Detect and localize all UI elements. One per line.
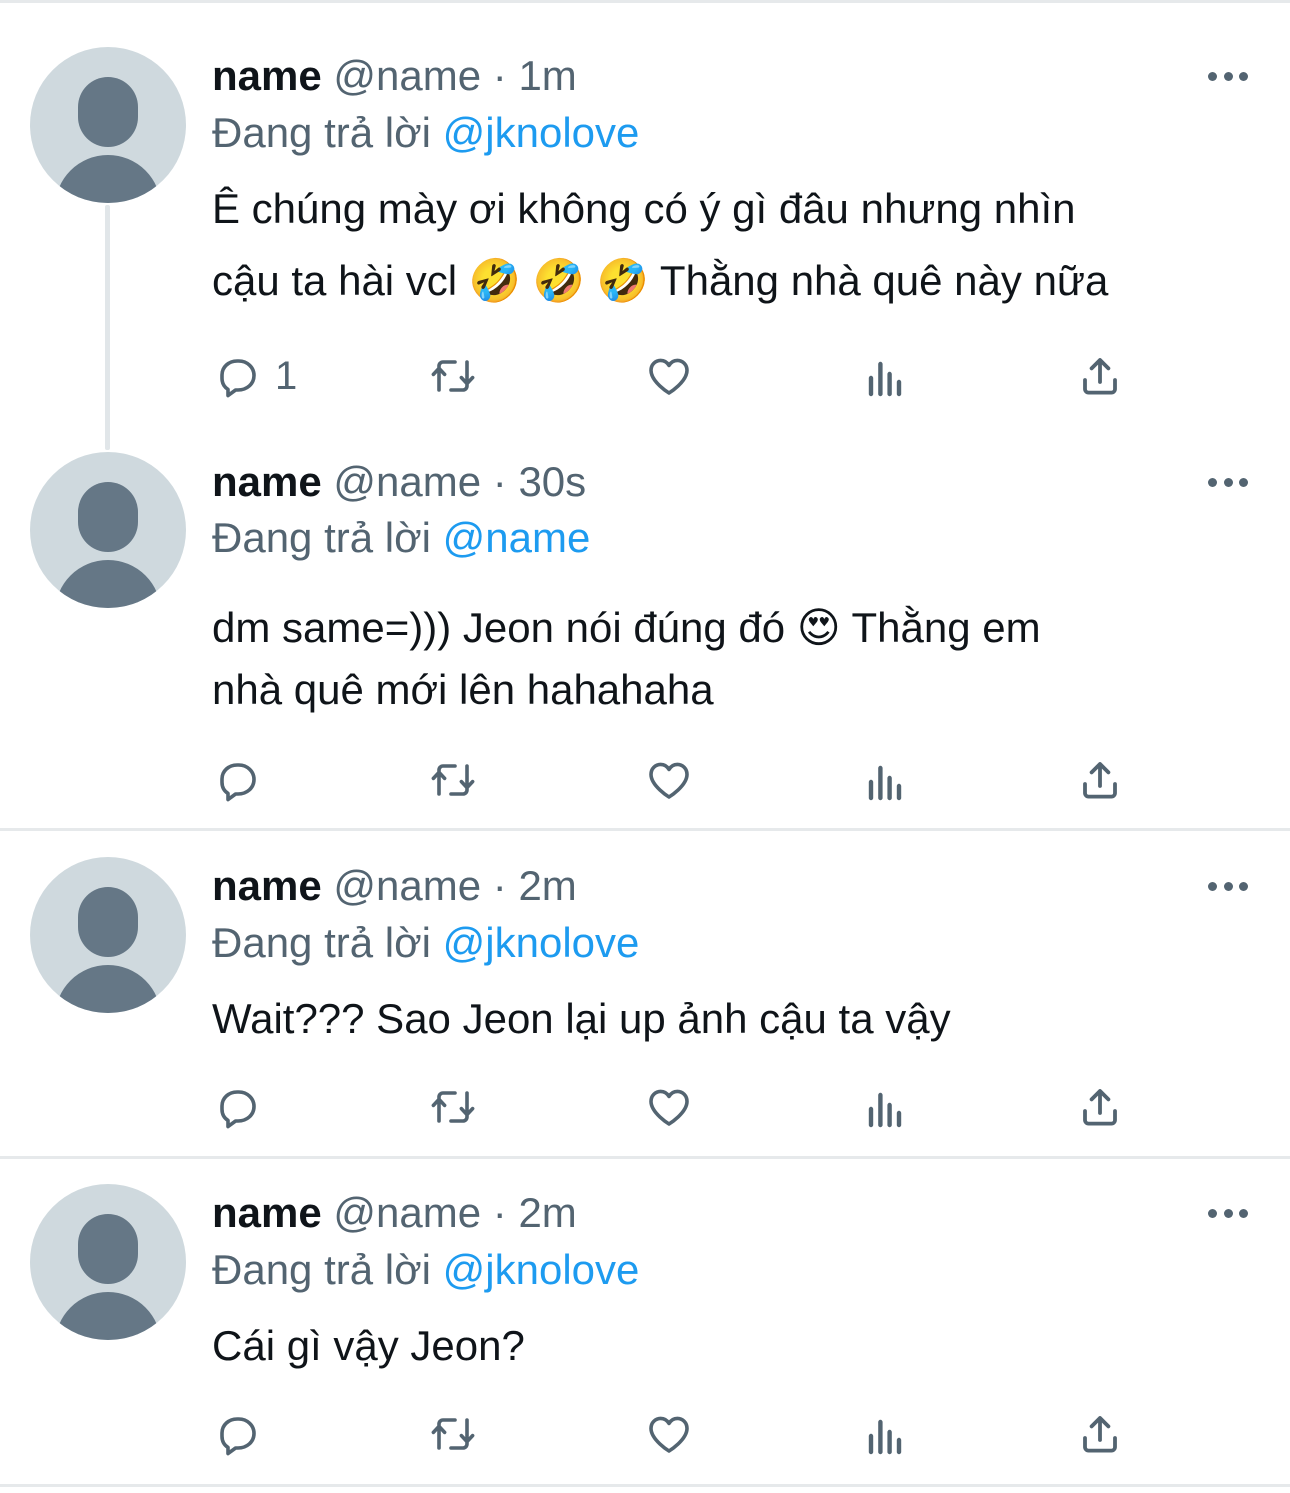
- like-icon: [645, 1410, 693, 1458]
- tweet[interactable]: name @name · 2m Đang trả lời @jknolove C…: [0, 0, 1290, 1484]
- tweet-text-line: Cái gì vậy Jeon?: [212, 1322, 525, 1369]
- user-handle[interactable]: @name: [333, 1189, 481, 1236]
- mention-link[interactable]: @jknolove: [443, 1246, 640, 1293]
- bottom-divider: [0, 1484, 1290, 1487]
- views-button[interactable]: [861, 1412, 909, 1460]
- retweet-button[interactable]: [429, 1410, 477, 1458]
- reply-icon: [213, 1410, 261, 1458]
- like-button[interactable]: [645, 1410, 693, 1458]
- views-icon: [861, 1412, 909, 1460]
- replying-to: Đang trả lời @jknolove: [212, 1244, 639, 1296]
- tweet-header: name @name · 2m: [212, 1187, 577, 1239]
- display-name[interactable]: name: [212, 1189, 322, 1236]
- share-icon: [1076, 1410, 1124, 1458]
- replying-prefix: Đang trả lời: [212, 1246, 431, 1293]
- separator-dot: ·: [492, 1189, 507, 1236]
- more-icon[interactable]: [1208, 1206, 1248, 1220]
- share-button[interactable]: [1076, 1410, 1124, 1458]
- timestamp[interactable]: 2m: [518, 1189, 576, 1236]
- avatar[interactable]: [30, 1184, 186, 1340]
- retweet-icon: [429, 1410, 477, 1458]
- reply-button[interactable]: [213, 1410, 261, 1458]
